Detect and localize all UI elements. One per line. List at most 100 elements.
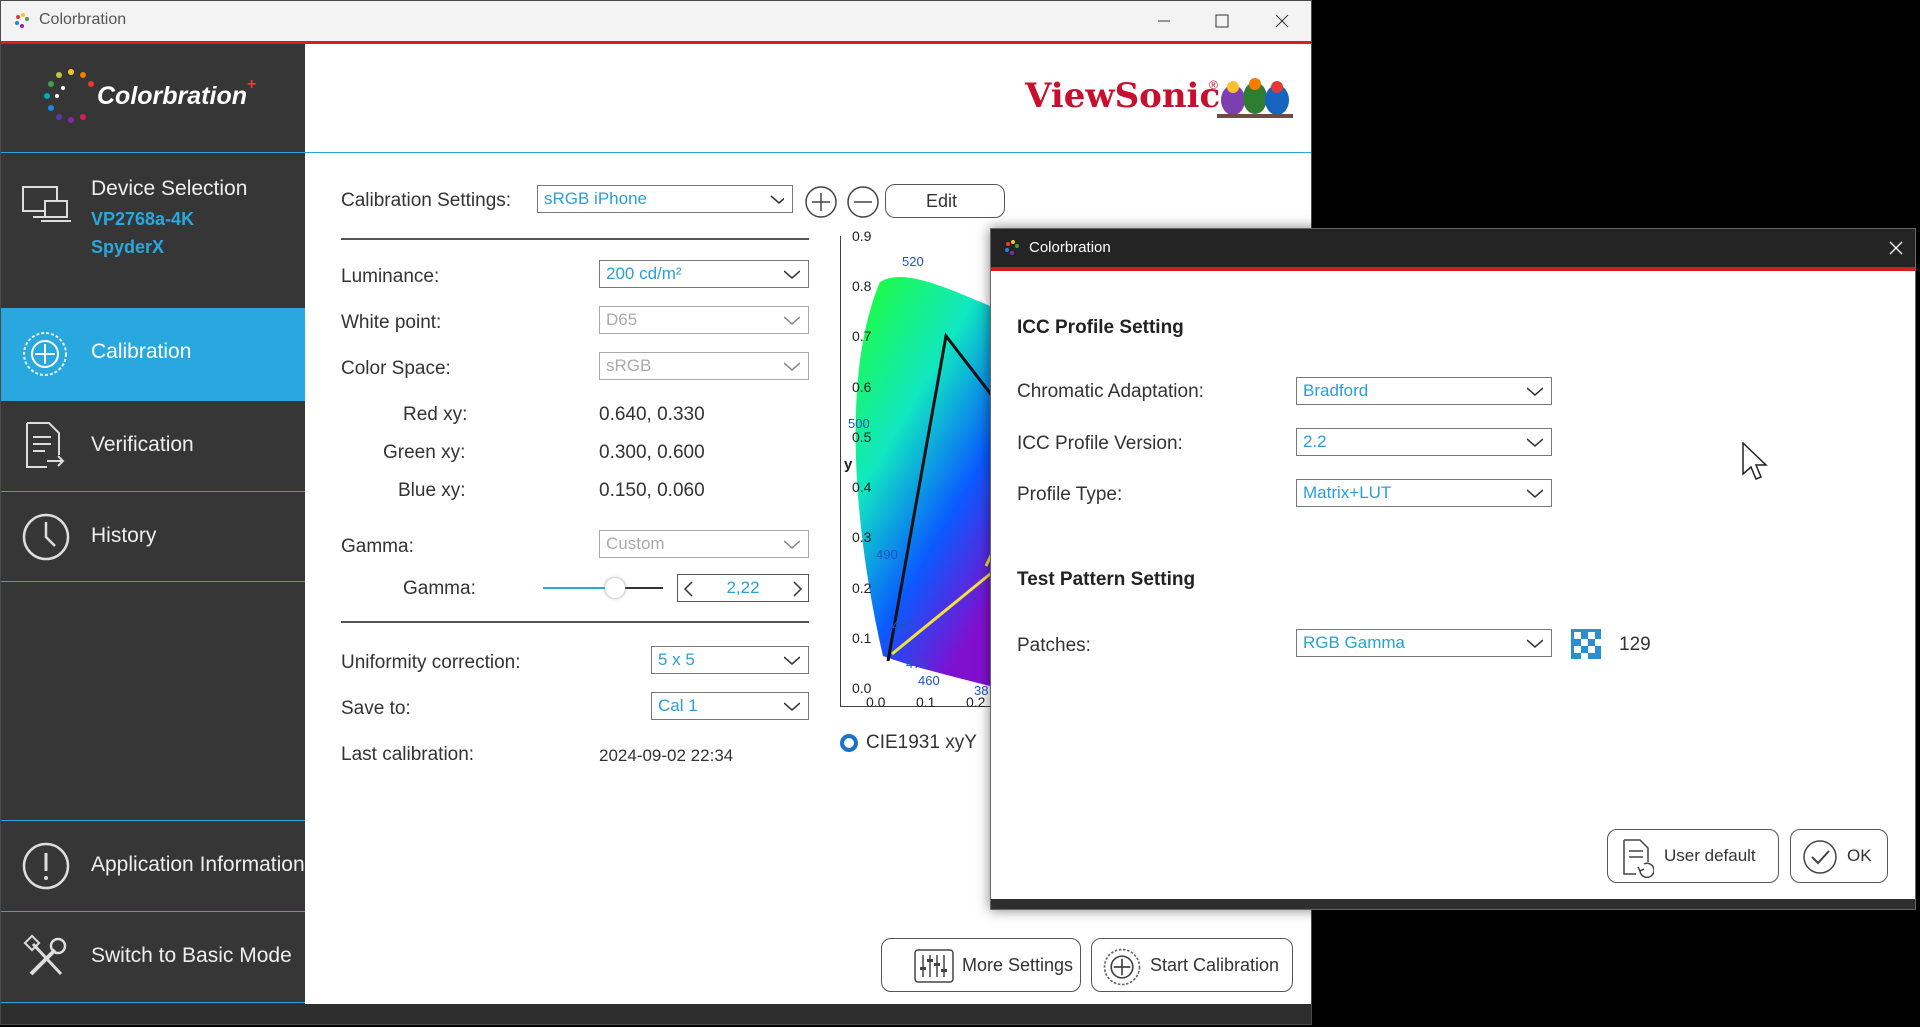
x-tick-label: 0.1	[916, 694, 936, 710]
wavelength-label: 460	[918, 673, 940, 688]
app-logo: Colorbration +	[1, 44, 305, 152]
y-tick-label: 0.4	[852, 479, 872, 496]
blue-xy-label: Blue xy:	[398, 480, 466, 501]
y-tick-label: 0.7	[852, 328, 872, 345]
colorbration-logo-icon	[44, 69, 94, 123]
dialog-title: Colorbration	[1029, 239, 1111, 256]
dialog-bottom-bar	[991, 899, 1915, 909]
calibration-settings-dropdown[interactable]: sRGB iPhone	[537, 185, 793, 213]
sidebar-item-application-information[interactable]: Application Information	[1, 820, 305, 911]
gamma-label: Gamma:	[341, 536, 414, 557]
dropdown-value: 5 x 5	[658, 650, 695, 669]
close-button[interactable]	[1259, 5, 1305, 37]
document-arrow-icon	[26, 422, 65, 468]
wavelength-label: 38	[974, 683, 989, 698]
more-settings-label: More Settings	[962, 955, 1074, 975]
patches-label: Patches:	[1017, 635, 1091, 656]
dropdown-value: sRGB	[606, 356, 652, 375]
patches-grid-icon[interactable]	[1571, 629, 1601, 659]
sidebar: Colorbration + Device Selection VP2768a-…	[1, 44, 319, 1004]
vendor-birds-logo	[1217, 78, 1293, 118]
icc-version-dropdown[interactable]: 2.2	[1296, 428, 1552, 456]
chromatic-adaptation-label: Chromatic Adaptation:	[1017, 381, 1204, 402]
profile-type-dropdown[interactable]: Matrix+LUT	[1296, 479, 1552, 507]
monitor-laptop-icon	[22, 186, 71, 222]
chevron-down-icon	[1527, 387, 1543, 396]
dropdown-value: sRGB iPhone	[544, 189, 647, 208]
ok-label: OK	[1847, 846, 1872, 865]
document-reset-icon	[1623, 839, 1654, 878]
chevron-down-icon	[1527, 489, 1543, 498]
dropdown-value: Custom	[606, 534, 665, 553]
edit-button-label: Edit	[926, 191, 958, 211]
close-icon	[1275, 14, 1289, 28]
dropdown-value: 200 cd/m²	[606, 264, 682, 283]
sidebar-item-history[interactable]: History	[1, 491, 305, 582]
chevron-down-icon	[1527, 438, 1543, 447]
sidebar-item-label: Application Information	[91, 853, 305, 876]
y-axis-label: y	[844, 456, 853, 473]
white-point-label: White point:	[341, 312, 442, 333]
icc-version-label: ICC Profile Version:	[1017, 433, 1183, 454]
wavelength-label: 520	[902, 254, 924, 269]
save-to-label: Save to:	[341, 698, 411, 719]
window-title: Colorbration	[39, 11, 127, 28]
dialog-close-icon[interactable]	[1889, 241, 1903, 255]
sidebar-item-label: Verification	[91, 433, 194, 456]
icc-dialog: Colorbration ICC Profile Setting Chromat…	[990, 228, 1916, 910]
user-default-button[interactable]: User default	[1607, 829, 1779, 883]
dialog-titlebar: Colorbration	[991, 229, 1915, 267]
add-setting-button[interactable]	[803, 184, 839, 220]
sidebar-item-device-selection[interactable]: Device Selection VP2768a-4K SpyderX	[1, 152, 305, 257]
info-icon	[22, 842, 70, 890]
titlebar: Colorbration	[1, 1, 1311, 41]
y-tick-label: 0.1	[852, 629, 872, 646]
patches-count: 129	[1619, 634, 1651, 655]
y-tick-label: 0.8	[852, 278, 872, 295]
cie-radio-label: CIE1931 xyY	[866, 732, 977, 753]
app-logo-text: Colorbration	[97, 82, 247, 110]
test-pattern-heading: Test Pattern Setting	[1017, 569, 1196, 590]
minimize-button[interactable]	[1141, 5, 1187, 37]
wavelength-label: 490	[876, 547, 898, 562]
vendor-logo-text: ViewSonic	[1025, 76, 1221, 116]
header-band: ViewSonic ®	[305, 44, 1311, 153]
dialog-accent-line	[991, 267, 1915, 271]
green-xy-value: 0.300, 0.600	[599, 442, 705, 463]
sidebar-item-calibration[interactable]: Calibration	[1, 308, 305, 400]
wavelength-label: 470	[906, 656, 928, 671]
maximize-button[interactable]	[1199, 5, 1245, 37]
patches-dropdown[interactable]: RGB Gamma	[1296, 629, 1552, 657]
uniformity-label: Uniformity correction:	[341, 652, 521, 673]
gamma-slider[interactable]	[543, 576, 663, 600]
green-xy-label: Green xy:	[383, 442, 466, 463]
device-model: VP2768a-4K	[91, 209, 195, 229]
start-calibration-button[interactable]: Start Calibration	[1091, 938, 1293, 992]
y-tick-label: 0.5	[852, 428, 872, 445]
sidebar-item-label: Calibration	[91, 340, 192, 363]
dropdown-value: Cal 1	[658, 696, 698, 715]
colorbration-app-icon	[15, 13, 29, 28]
chromatic-adaptation-dropdown[interactable]: Bradford	[1296, 377, 1552, 405]
mouse-cursor-icon	[1742, 442, 1768, 480]
sidebar-item-verification[interactable]: Verification	[1, 400, 305, 491]
icc-profile-heading: ICC Profile Setting	[1017, 317, 1184, 338]
sidebar-item-switch-basic-mode[interactable]: Switch to Basic Mode	[1, 911, 305, 1003]
minimize-icon	[1158, 20, 1170, 22]
sliders-icon	[914, 949, 954, 983]
y-tick-label: 0.9	[852, 228, 872, 244]
chevron-down-icon	[1527, 639, 1543, 648]
edit-button[interactable]: Edit	[885, 184, 1005, 218]
remove-setting-button[interactable]	[845, 184, 881, 220]
user-default-label: User default	[1664, 846, 1756, 865]
gamma-slider-thumb[interactable]	[605, 578, 625, 598]
dropdown-value: RGB Gamma	[1303, 633, 1406, 652]
last-calibration-label: Last calibration:	[341, 744, 475, 765]
sidebar-item-label: Switch to Basic Mode	[91, 944, 292, 967]
device-selection-label: Device Selection	[91, 177, 248, 200]
color-space-label: Color Space:	[341, 358, 451, 379]
ok-button[interactable]: OK	[1790, 829, 1888, 883]
status-bar	[1, 1004, 1311, 1024]
more-settings-button[interactable]: More Settings	[881, 938, 1081, 992]
cie-radio[interactable]: CIE1931 xyY	[840, 732, 977, 757]
